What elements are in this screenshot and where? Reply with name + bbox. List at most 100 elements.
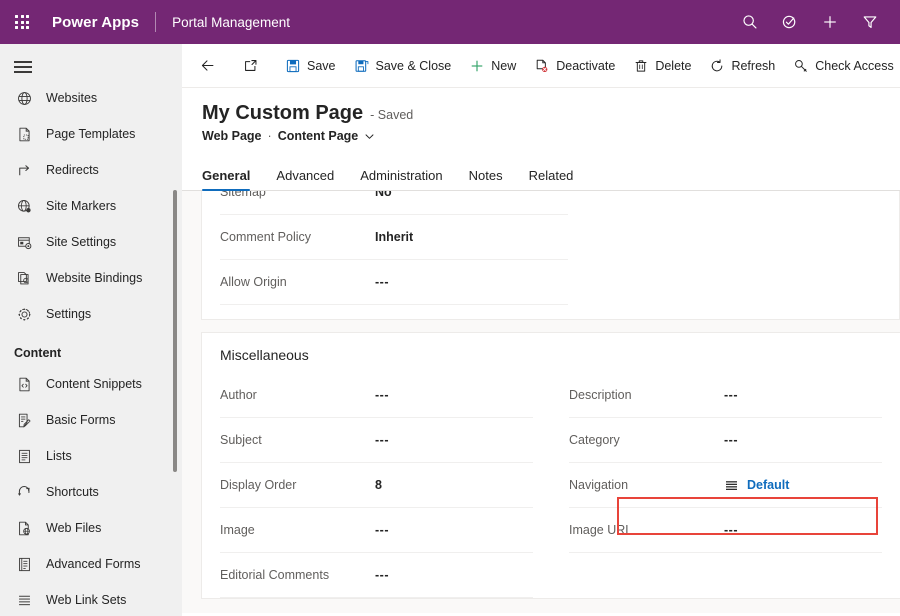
field-navigation[interactable]: Navigation De [569, 463, 882, 508]
sidebar-item-web-files[interactable]: Web Files [0, 510, 182, 546]
check-access-button[interactable]: Check Access [784, 50, 900, 82]
field-label: Navigation [569, 478, 724, 492]
tab-advanced[interactable]: Advanced [276, 168, 334, 190]
waffle-icon [15, 15, 29, 29]
app-launcher-button[interactable] [0, 0, 44, 44]
hamburger-icon [14, 61, 32, 63]
code-snippet-icon [14, 374, 34, 394]
field-comment-policy[interactable]: Comment Policy Inherit [220, 215, 568, 260]
sidebar-item-content-snippets[interactable]: Content Snippets [0, 366, 182, 402]
command-bar: Save Save & Close New [182, 44, 900, 88]
delete-button[interactable]: Delete [624, 50, 700, 82]
record-subtitle-row: Web Page · Content Page [202, 129, 900, 143]
sidebar-item-label: Advanced Forms [46, 557, 140, 571]
back-button[interactable] [190, 50, 225, 82]
field-image[interactable]: Image --- [220, 508, 533, 553]
sidebar-item-lists[interactable]: Lists [0, 438, 182, 474]
save-status: - Saved [370, 108, 413, 122]
trash-icon [633, 58, 649, 74]
field-image-url[interactable]: Image URL --- [569, 508, 882, 553]
field-display-order[interactable]: Display Order 8 [220, 463, 533, 508]
tab-administration[interactable]: Administration [360, 168, 442, 190]
web-file-icon [14, 518, 34, 538]
shortcut-icon [14, 482, 34, 502]
sidebar-item-web-link-sets[interactable]: Web Link Sets [0, 582, 182, 616]
field-label: Allow Origin [220, 275, 375, 289]
field-author[interactable]: Author --- [220, 373, 533, 418]
filter-button[interactable] [850, 0, 890, 44]
field-category[interactable]: Category --- [569, 418, 882, 463]
refresh-button[interactable]: Refresh [700, 50, 784, 82]
sidebar-item-page-templates[interactable]: Page Templates [0, 116, 182, 152]
popout-button[interactable] [233, 50, 268, 82]
save-close-icon [354, 58, 370, 74]
sidebar-item-site-settings[interactable]: Site Settings [0, 224, 182, 260]
save-and-close-button[interactable]: Save & Close [345, 50, 461, 82]
deactivate-icon [534, 58, 550, 74]
list-icon [14, 446, 34, 466]
sidebar-item-advanced-forms[interactable]: Advanced Forms [0, 546, 182, 582]
field-description[interactable]: Description --- [569, 373, 882, 418]
sidebar-item-label: Websites [46, 91, 97, 105]
save-button[interactable]: Save [276, 50, 345, 82]
misc-right-column: Description --- Category --- Navigation [551, 373, 900, 598]
page-template-icon [14, 124, 34, 144]
navigation-lookup-value[interactable]: Default [724, 478, 789, 493]
sidebar-item-label: Settings [46, 307, 91, 321]
command-label: Delete [655, 59, 691, 73]
command-label: Deactivate [556, 59, 615, 73]
tab-related[interactable]: Related [529, 168, 574, 190]
sidebar-item-label: Web Files [46, 521, 101, 535]
sidebar-collapse-button[interactable] [0, 44, 182, 80]
command-label: Save [307, 59, 336, 73]
sidebar-item-label: Shortcuts [46, 485, 99, 499]
command-label: Refresh [731, 59, 775, 73]
sidebar-group-content: Content [0, 332, 182, 366]
field-subject[interactable]: Subject --- [220, 418, 533, 463]
sidebar-item-settings[interactable]: Settings [0, 296, 182, 332]
tab-general[interactable]: General [202, 168, 250, 190]
sidebar-item-shortcuts[interactable]: Shortcuts [0, 474, 182, 510]
field-allow-origin[interactable]: Allow Origin --- [220, 260, 568, 305]
sidebar-scrollbar-thumb[interactable] [173, 190, 177, 472]
form-selector-chevron[interactable] [364, 131, 375, 142]
search-button[interactable] [730, 0, 770, 44]
field-label: Sitemap [220, 191, 375, 199]
section-title-miscellaneous: Miscellaneous [202, 333, 900, 373]
form-section-top: Sitemap No Comment Policy Inherit Allow … [201, 191, 900, 320]
sidebar-item-label: Lists [46, 449, 72, 463]
form-selector[interactable]: Content Page [278, 129, 359, 143]
deactivate-button[interactable]: Deactivate [525, 50, 624, 82]
app-name-label: Portal Management [172, 15, 290, 30]
sidebar-item-label: Site Settings [46, 235, 116, 249]
field-label: Display Order [220, 478, 375, 492]
open-new-window-icon [242, 57, 259, 74]
form-scroll-area[interactable]: Sitemap No Comment Policy Inherit Allow … [182, 191, 900, 613]
navigation-link[interactable]: Default [747, 478, 789, 492]
field-editorial-comments[interactable]: Editorial Comments --- [220, 553, 533, 598]
basic-form-icon [14, 410, 34, 430]
sidebar-item-websites[interactable]: Websites [0, 80, 182, 116]
sidebar-item-website-bindings[interactable]: Website Bindings [0, 260, 182, 296]
new-button[interactable]: New [460, 50, 525, 82]
form-tabs: General Advanced Administration Notes Re… [182, 157, 900, 191]
sidebar-item-basic-forms[interactable]: Basic Forms [0, 402, 182, 438]
sidebar-item-site-markers[interactable]: Site Markers [0, 188, 182, 224]
sidebar-item-label: Web Link Sets [46, 593, 126, 607]
key-icon [793, 58, 809, 74]
top-header-bar: Power Apps Portal Management [0, 0, 900, 44]
field-sitemap[interactable]: Sitemap No [220, 191, 568, 215]
main-content-area: Save Save & Close New [182, 44, 900, 616]
field-value: --- [724, 523, 738, 537]
filter-icon [861, 13, 879, 31]
diagnostics-button[interactable] [770, 0, 810, 44]
field-value: --- [375, 275, 389, 289]
site-marker-icon [14, 196, 34, 216]
quick-create-button[interactable] [810, 0, 850, 44]
sidebar-item-label: Basic Forms [46, 413, 115, 427]
field-value: --- [375, 523, 389, 537]
check-circle-icon [781, 13, 799, 31]
brand-powerapps[interactable]: Power Apps [52, 14, 139, 31]
sidebar-item-redirects[interactable]: Redirects [0, 152, 182, 188]
tab-notes[interactable]: Notes [469, 168, 503, 190]
